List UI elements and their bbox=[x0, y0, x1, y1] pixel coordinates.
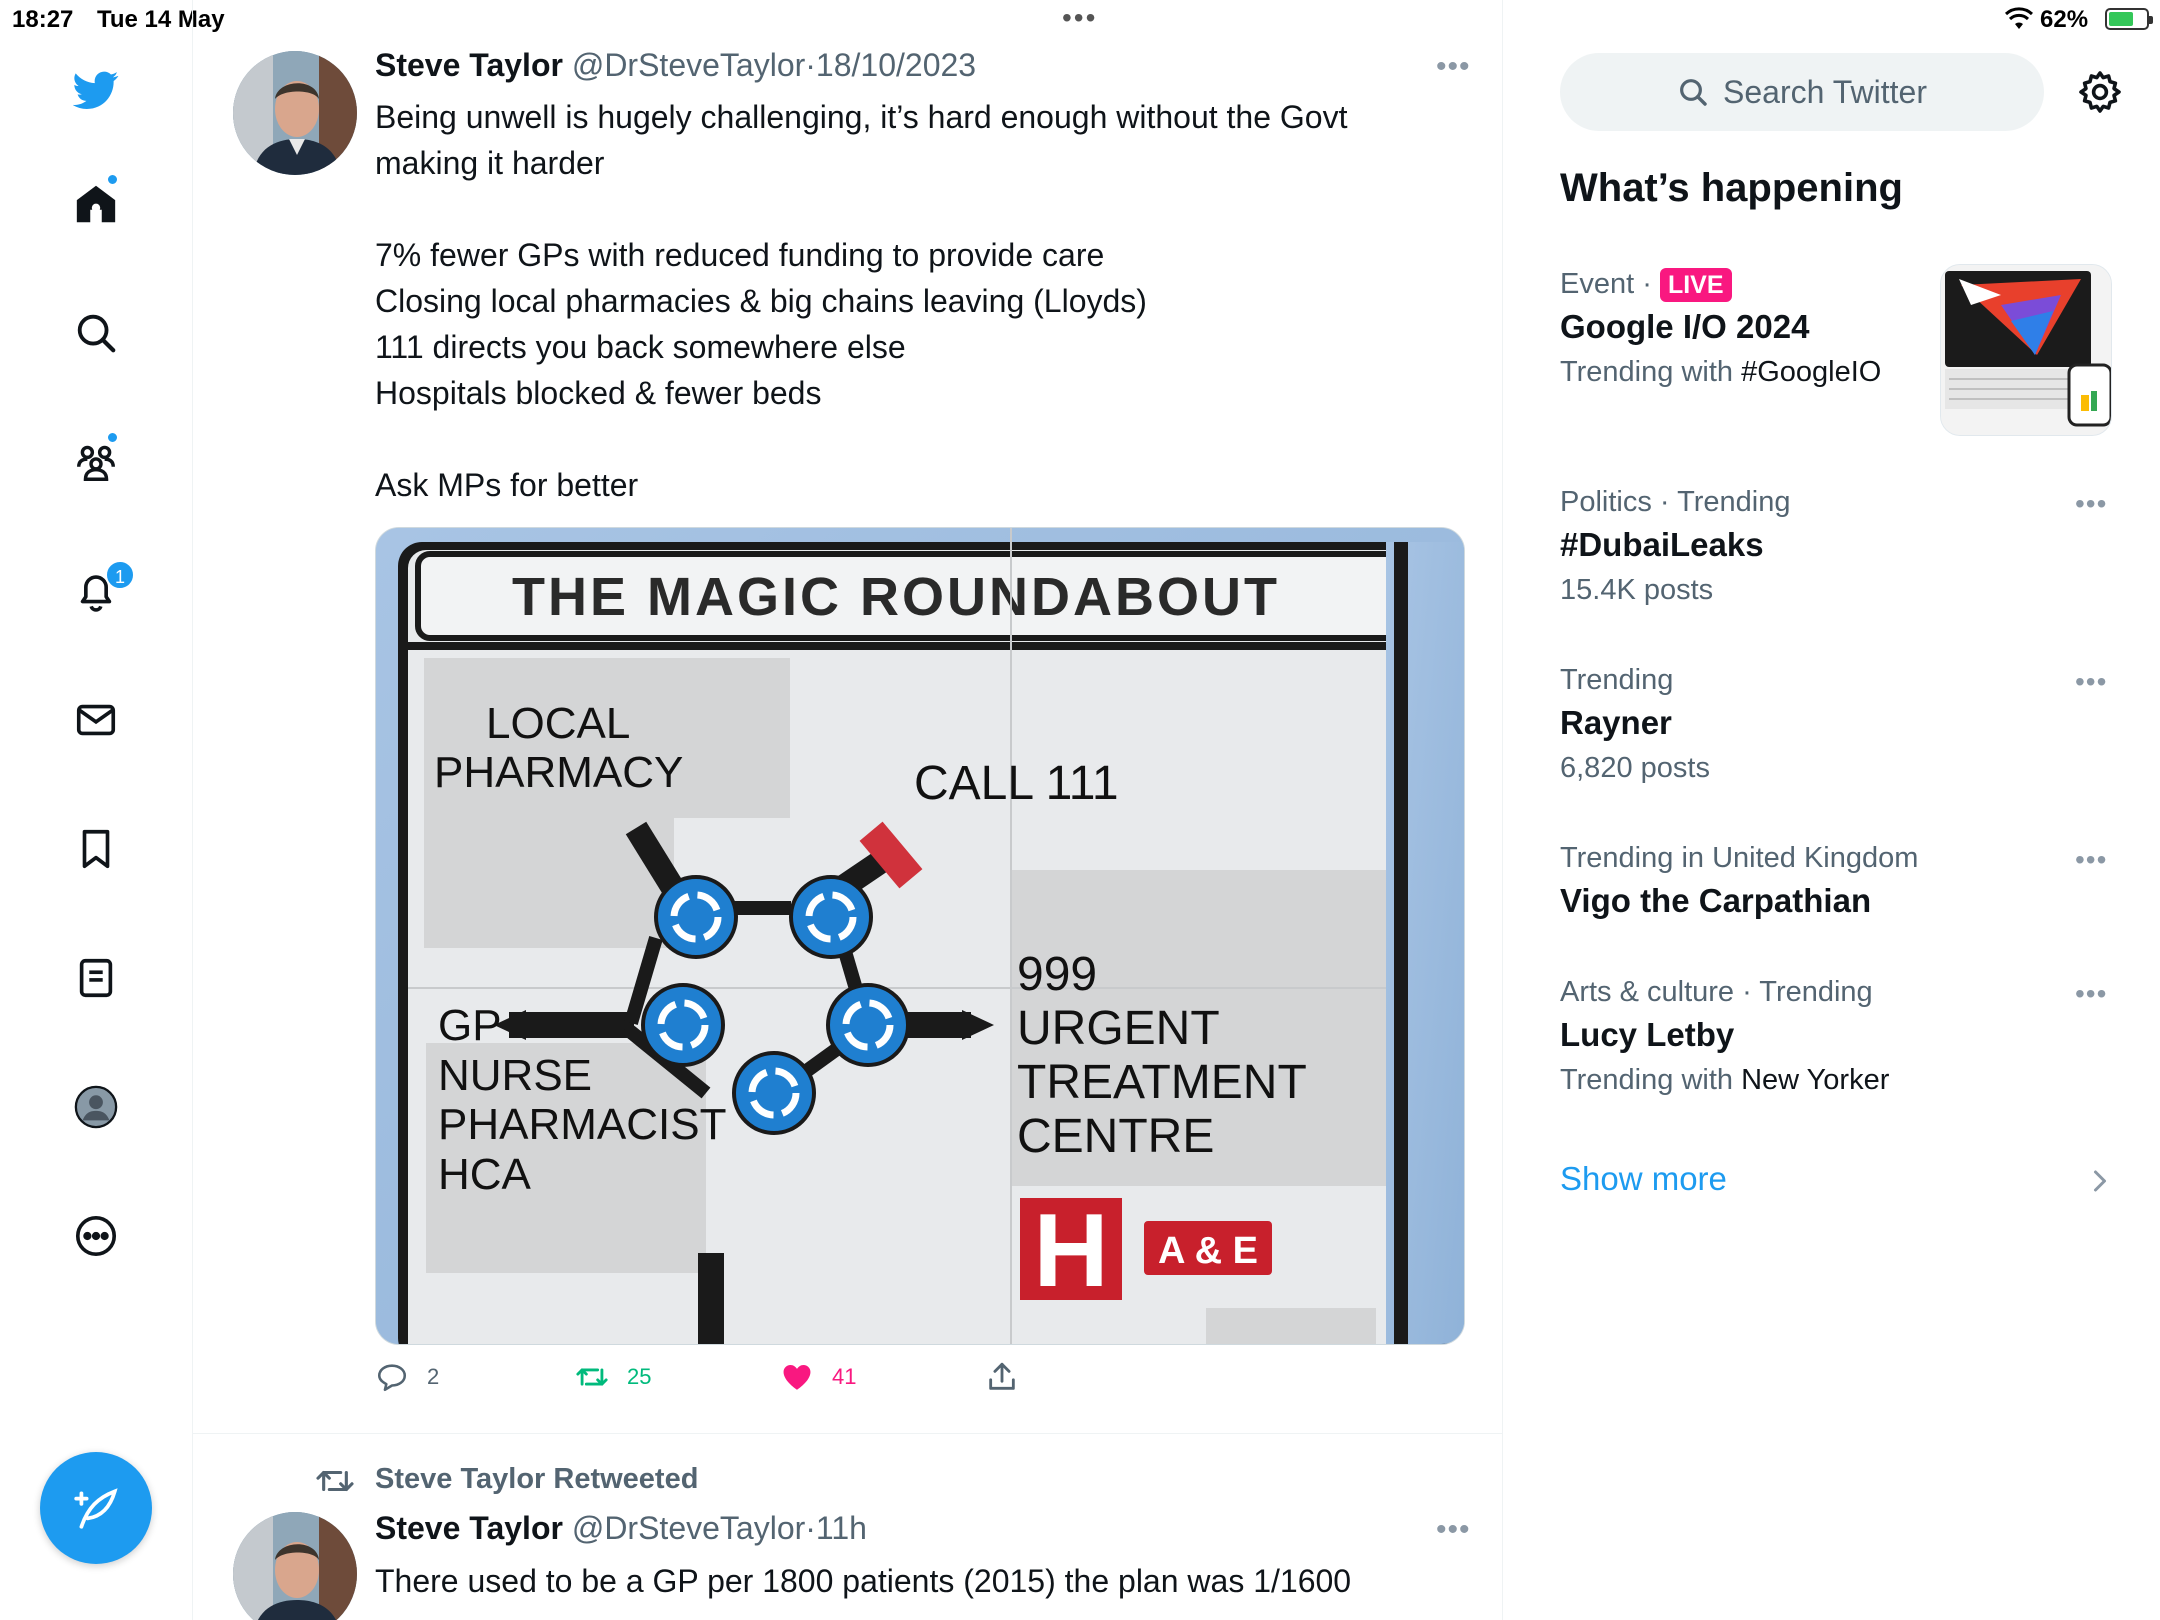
communities-icon[interactable] bbox=[65, 431, 127, 493]
label-gp: GP bbox=[438, 1001, 502, 1050]
chevron-right-icon[interactable] bbox=[2088, 1166, 2112, 1196]
live-badge: LIVE bbox=[1659, 268, 1732, 303]
lists-icon[interactable] bbox=[65, 947, 127, 1009]
retweeted-icon bbox=[316, 1470, 354, 1492]
reply-count: 2 bbox=[427, 1364, 440, 1389]
search-icon bbox=[1680, 79, 1707, 106]
explore-search-icon[interactable] bbox=[65, 302, 127, 364]
author-handle[interactable]: @DrSteveTaylor bbox=[572, 47, 805, 83]
trend-meta: 6,820 posts bbox=[1560, 752, 1710, 784]
compose-tweet-button[interactable] bbox=[40, 1452, 152, 1564]
tweet-header-2: Steve Taylor @DrSteveTaylor·11h bbox=[375, 1510, 867, 1547]
trend-topic: Rayner bbox=[1560, 704, 1672, 741]
communities-unread-dot bbox=[106, 431, 119, 444]
show-more-link[interactable]: Show more bbox=[1560, 1160, 1727, 1198]
trend-meta-link[interactable]: New Yorker bbox=[1741, 1064, 1889, 1096]
reply-button[interactable]: 2 bbox=[375, 1360, 439, 1394]
retweet-button[interactable]: 25 bbox=[575, 1360, 651, 1394]
retweeted-by-label[interactable]: Steve Taylor Retweeted bbox=[375, 1463, 698, 1496]
trend-more-options-button[interactable]: ••• bbox=[2075, 978, 2107, 1010]
trend-item[interactable]: Trending Rayner 6,820 posts bbox=[1560, 660, 2080, 790]
reply-icon bbox=[377, 1364, 407, 1392]
wifi-icon bbox=[2004, 7, 2034, 29]
trend-thumbnail-image[interactable] bbox=[1940, 264, 2112, 436]
trend-more-options-button[interactable]: ••• bbox=[2075, 666, 2107, 698]
trend-meta-link[interactable]: #GoogleIO bbox=[1741, 356, 1881, 388]
sign-title: THE MAGIC ROUNDABOUT bbox=[512, 567, 1280, 627]
trend-more-options-button[interactable]: ••• bbox=[2075, 488, 2107, 520]
settings-gear-icon[interactable] bbox=[2076, 68, 2124, 116]
side-navigation: 1 bbox=[0, 0, 193, 1620]
label-hca: HCA bbox=[438, 1150, 532, 1199]
author-handle-2[interactable]: @DrSteveTaylor bbox=[572, 1510, 805, 1546]
tweet-text: Being unwell is hugely challenging, it’s… bbox=[375, 99, 1348, 503]
label-nurse: NURSE bbox=[438, 1051, 592, 1100]
tweet-actions: 2 25 41 bbox=[375, 1360, 1075, 1404]
share-icon bbox=[989, 1362, 1015, 1390]
trend-item[interactable]: Trending in United Kingdom Vigo the Carp… bbox=[1560, 838, 2080, 924]
more-options-icon[interactable] bbox=[65, 1205, 127, 1267]
battery-icon bbox=[2105, 8, 2153, 30]
like-button[interactable]: 41 bbox=[780, 1360, 856, 1394]
magic-roundabout-sign: THE MAGIC ROUNDABOUT LOCAL PHARMACY CALL… bbox=[376, 528, 1464, 1344]
battery-percent: 62% bbox=[2040, 6, 2089, 33]
tweet-author-avatar[interactable] bbox=[233, 51, 357, 175]
trend-more-options-button[interactable]: ••• bbox=[2075, 844, 2107, 876]
share-button[interactable] bbox=[985, 1360, 1019, 1394]
tweet-header: Steve Taylor @DrSteveTaylor·18/10/2023 bbox=[375, 47, 976, 84]
like-count: 41 bbox=[832, 1364, 857, 1389]
whats-happening-title: What’s happening bbox=[1560, 166, 1903, 210]
trend-context: Trending bbox=[1560, 664, 1674, 696]
trend-context: Arts & culture · Trending bbox=[1560, 976, 1873, 1008]
search-box[interactable]: Search Twitter bbox=[1560, 53, 2044, 131]
notifications-bell-icon[interactable]: 1 bbox=[65, 560, 135, 622]
trend-context: Event · bbox=[1560, 268, 1652, 300]
notifications-badge: 1 bbox=[105, 560, 135, 590]
search-placeholder: Search Twitter bbox=[1723, 73, 1927, 110]
trend-meta: 15.4K posts bbox=[1560, 574, 1714, 606]
trend-item[interactable]: Politics · Trending #DubaiLeaks 15.4K po… bbox=[1560, 482, 2080, 612]
label-urgent: URGENT bbox=[1017, 1002, 1220, 1055]
home-unread-dot bbox=[106, 173, 119, 186]
trend-topic: Vigo the Carpathian bbox=[1560, 882, 1872, 919]
tweet-divider bbox=[193, 1433, 1503, 1434]
tweet-text-2: There used to be a GP per 1800 patients … bbox=[375, 1563, 1352, 1599]
tweet-image[interactable]: THE MAGIC ROUNDABOUT LOCAL PHARMACY CALL… bbox=[375, 527, 1465, 1345]
trend-meta-prefix: Trending with bbox=[1560, 356, 1742, 388]
header-separator-2: · bbox=[805, 1510, 816, 1546]
author-name-2[interactable]: Steve Taylor bbox=[375, 1510, 563, 1546]
label-call-111: CALL 111 bbox=[914, 757, 1119, 810]
ae-sign: A & E bbox=[1158, 1230, 1258, 1272]
messages-envelope-icon[interactable] bbox=[65, 689, 127, 751]
header-separator: · bbox=[805, 47, 816, 83]
label-999: 999 bbox=[1017, 948, 1097, 1001]
tweet-date[interactable]: 18/10/2023 bbox=[816, 47, 976, 83]
trend-topic: #DubaiLeaks bbox=[1560, 526, 1764, 563]
label-pharmacist: PHARMACIST bbox=[438, 1100, 726, 1149]
trend-meta-prefix: Trending with bbox=[1560, 1064, 1742, 1096]
profile-avatar-icon[interactable] bbox=[65, 1076, 127, 1138]
tweet-more-options-button-2[interactable]: ••• bbox=[1436, 1513, 1471, 1547]
label-treatment: TREATMENT bbox=[1017, 1056, 1307, 1109]
retweet-icon bbox=[576, 1368, 608, 1386]
hospital-h-sign: H bbox=[1033, 1193, 1108, 1309]
retweet-count: 25 bbox=[627, 1364, 652, 1389]
tweet-time-2[interactable]: 11h bbox=[816, 1510, 867, 1546]
trend-context: Politics · Trending bbox=[1560, 486, 1791, 518]
label-local: LOCAL bbox=[486, 699, 630, 748]
tweet-more-options-button[interactable]: ••• bbox=[1436, 50, 1471, 84]
trend-item[interactable]: Arts & culture · Trending Lucy Letby Tre… bbox=[1560, 972, 2080, 1102]
home-icon[interactable] bbox=[65, 173, 127, 235]
author-name[interactable]: Steve Taylor bbox=[375, 47, 563, 83]
bookmarks-icon[interactable] bbox=[65, 818, 127, 880]
heart-icon bbox=[783, 1364, 811, 1390]
twitter-logo-icon[interactable] bbox=[65, 59, 127, 121]
compose-feather-icon bbox=[74, 1488, 118, 1529]
label-pharmacy: PHARMACY bbox=[434, 748, 683, 797]
trend-topic: Lucy Letby bbox=[1560, 1016, 1735, 1053]
trend-context: Trending in United Kingdom bbox=[1560, 842, 1919, 874]
label-centre: CENTRE bbox=[1017, 1110, 1214, 1163]
